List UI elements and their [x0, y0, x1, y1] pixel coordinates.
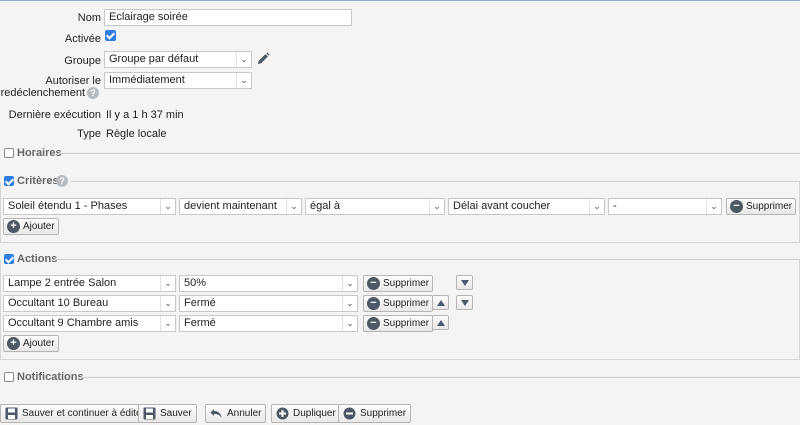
critere-value-select[interactable]: Délai avant coucher ⌄	[448, 198, 605, 215]
chevron-down-icon: ⌄	[286, 199, 301, 214]
groupe-label: Groupe	[64, 55, 101, 67]
activee-label: Activée	[64, 33, 101, 45]
plus-circle-icon	[276, 407, 289, 420]
arrow-down-icon	[461, 280, 469, 286]
groupe-select[interactable]: Groupe par défaut ⌄	[104, 51, 252, 68]
cancel-button[interactable]: Annuler	[205, 404, 267, 423]
chevron-down-icon: ⌄	[342, 316, 357, 331]
minus-circle-icon: −	[367, 277, 380, 290]
critere-operator-select[interactable]: égal à ⌄	[305, 198, 445, 215]
chevron-down-icon: ⌄	[236, 52, 251, 67]
nom-label: Nom	[77, 12, 101, 24]
floppy-icon	[143, 407, 156, 420]
pencil-icon[interactable]	[256, 52, 270, 66]
critere-extra-value: -	[613, 200, 617, 212]
help-icon[interactable]: ?	[87, 87, 99, 99]
action-device-select-3[interactable]: Occultant 9 Chambre amis ⌄	[3, 315, 176, 332]
plus-circle-icon: +	[7, 337, 20, 350]
action-device-select-2[interactable]: Occultant 10 Bureau ⌄	[3, 295, 176, 312]
chevron-down-icon: ⌄	[160, 316, 175, 331]
activee-checkbox[interactable]	[105, 30, 116, 41]
chevron-down-icon: ⌄	[429, 199, 444, 214]
action-move-down-button-1[interactable]	[456, 275, 473, 290]
action-remove-button-2[interactable]: − Supprimer	[363, 295, 434, 312]
critere-extra-select[interactable]: - ⌄	[608, 198, 722, 215]
critere-device-value: Soleil étendu 1 - Phases	[8, 200, 128, 212]
save-continue-button[interactable]: Sauver et continuer à éditer	[0, 404, 150, 423]
chevron-down-icon: ⌄	[342, 276, 357, 291]
action-move-down-button-2[interactable]	[456, 295, 473, 310]
action-value-select-1[interactable]: 50% ⌄	[179, 275, 358, 292]
save-continue-label: Sauver et continuer à éditer	[22, 408, 145, 419]
action-add-label: Ajouter	[23, 338, 55, 349]
action-value-value: Fermé	[184, 297, 216, 309]
critere-add-button[interactable]: + Ajouter	[3, 218, 59, 235]
redeclenchement-select-value: Immédiatement	[109, 74, 185, 86]
chevron-down-icon: ⌄	[160, 296, 175, 311]
critere-operator-value: égal à	[310, 200, 340, 212]
chevron-down-icon: ⌄	[236, 73, 251, 88]
save-button[interactable]: Sauver	[138, 404, 197, 423]
floppy-icon	[5, 407, 18, 420]
derniere-value: Il y a 1 h 37 min	[106, 109, 184, 121]
action-value-select-2[interactable]: Fermé ⌄	[179, 295, 358, 312]
minus-circle-icon: −	[367, 317, 380, 330]
notifications-checkbox[interactable]	[4, 372, 14, 382]
groupe-select-value: Groupe par défaut	[109, 53, 199, 65]
action-device-value: Lampe 2 entrée Salon	[8, 277, 117, 289]
chevron-down-icon: ⌄	[342, 296, 357, 311]
derniere-label: Dernière exécution	[8, 109, 101, 121]
action-value-value: 50%	[184, 277, 207, 289]
arrow-up-icon	[437, 300, 445, 306]
redeclenchement-select[interactable]: Immédiatement ⌄	[104, 72, 252, 89]
nom-input[interactable]: Eclairage soirée	[104, 9, 352, 26]
chevron-down-icon: ⌄	[160, 199, 175, 214]
action-device-select-1[interactable]: Lampe 2 entrée Salon ⌄	[3, 275, 176, 292]
horaires-checkbox[interactable]	[4, 148, 14, 158]
action-device-value: Occultant 9 Chambre amis	[8, 317, 139, 329]
horaires-title: Horaires	[17, 147, 62, 159]
critere-remove-button[interactable]: − Supprimer	[726, 198, 797, 215]
critere-add-label: Ajouter	[23, 221, 55, 232]
critere-device-select[interactable]: Soleil étendu 1 - Phases ⌄	[3, 198, 176, 215]
notifications-separator	[79, 377, 800, 378]
plus-circle-icon: +	[7, 220, 20, 233]
chevron-down-icon: ⌄	[160, 276, 175, 291]
chevron-down-icon: ⌄	[589, 199, 604, 214]
action-value-value: Fermé	[184, 317, 216, 329]
type-label: Type	[77, 128, 101, 140]
action-add-button[interactable]: + Ajouter	[3, 335, 59, 352]
duplicate-label: Dupliquer	[293, 408, 336, 419]
undo-icon	[210, 409, 222, 418]
action-move-up-button-2[interactable]	[432, 295, 449, 310]
action-device-value: Occultant 10 Bureau	[8, 297, 109, 309]
critere-event-select[interactable]: devient maintenant ⌄	[179, 198, 302, 215]
type-value: Règle locale	[106, 128, 167, 140]
redeclenchement-label-1: Autoriser le	[45, 75, 101, 87]
horaires-separator	[58, 153, 800, 154]
minus-circle-icon: −	[367, 297, 380, 310]
delete-label: Supprimer	[360, 408, 407, 419]
delete-button[interactable]: Supprimer	[338, 404, 412, 423]
action-remove-label: Supprimer	[383, 278, 430, 289]
action-remove-label: Supprimer	[383, 298, 430, 309]
action-move-up-button-3[interactable]	[432, 315, 449, 330]
notifications-title: Notifications	[17, 371, 84, 383]
save-label: Sauver	[160, 408, 192, 419]
arrow-down-icon	[461, 300, 469, 306]
cancel-label: Annuler	[227, 408, 262, 419]
action-remove-label: Supprimer	[383, 318, 430, 329]
duplicate-button[interactable]: Dupliquer	[271, 404, 341, 423]
action-remove-button-3[interactable]: − Supprimer	[363, 315, 434, 332]
action-value-select-3[interactable]: Fermé ⌄	[179, 315, 358, 332]
arrow-up-icon	[437, 320, 445, 326]
minus-circle-icon: −	[730, 200, 743, 213]
minus-circle-icon	[343, 407, 356, 420]
critere-value-value: Délai avant coucher	[453, 200, 551, 212]
critere-event-value: devient maintenant	[184, 200, 277, 212]
chevron-down-icon: ⌄	[706, 199, 721, 214]
critere-remove-label: Supprimer	[746, 201, 793, 212]
action-remove-button-1[interactable]: − Supprimer	[363, 275, 434, 292]
redeclenchement-label-2: redéclenchement	[0, 87, 85, 99]
